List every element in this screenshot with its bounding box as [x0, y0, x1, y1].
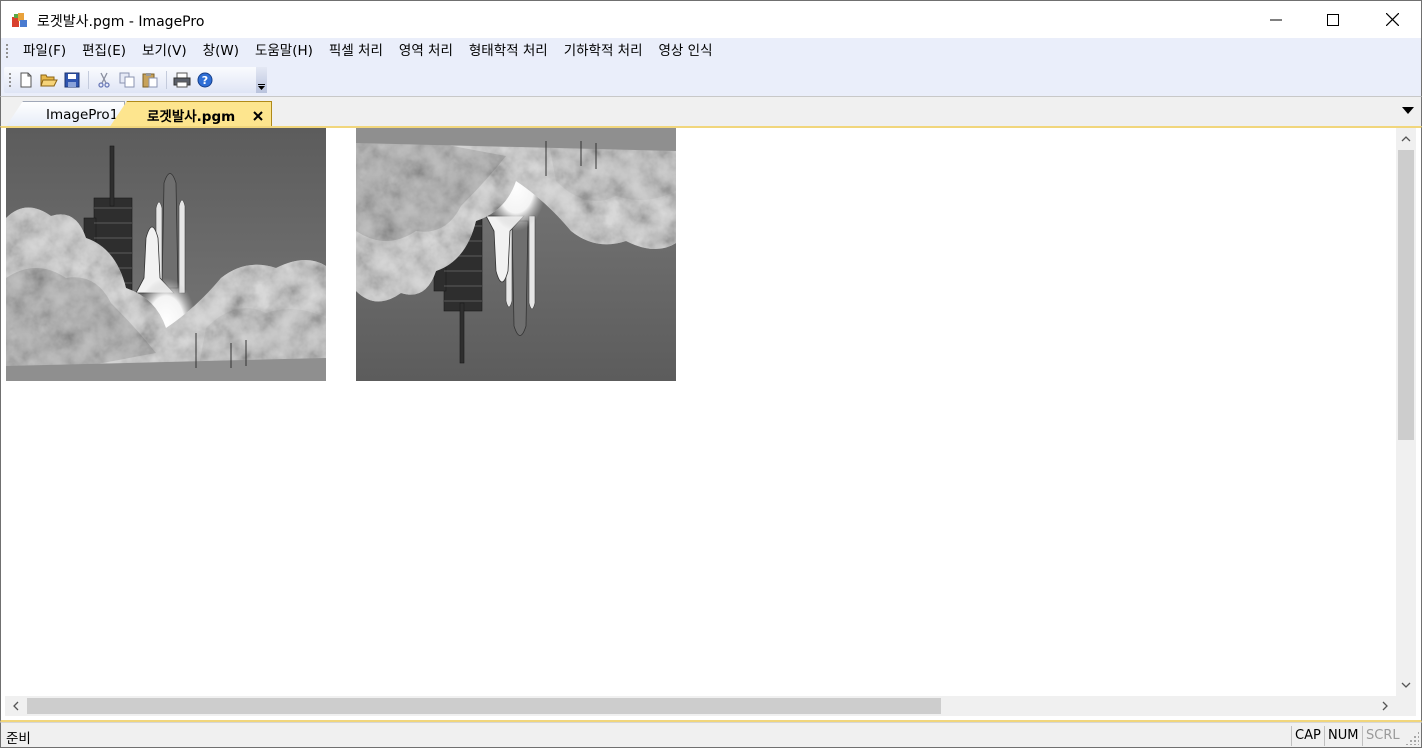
window-title: 로겟발사.pgm - ImagePro — [37, 14, 205, 30]
scrollbar-corner — [1396, 696, 1416, 716]
image-canvas[interactable] — [5, 128, 1396, 696]
menu-morphology[interactable]: 형태학적 처리 — [461, 39, 556, 63]
menu-pixel-processing[interactable]: 픽셀 처리 — [321, 39, 391, 63]
close-icon — [253, 111, 263, 121]
svg-text:?: ? — [202, 74, 208, 87]
open-button[interactable] — [38, 69, 60, 91]
minimize-button[interactable] — [1247, 1, 1305, 38]
menu-help[interactable]: 도움말(H) — [247, 39, 321, 63]
new-button[interactable] — [15, 69, 37, 91]
help-button[interactable]: ? — [194, 69, 216, 91]
title-bar: 로겟발사.pgm - ImagePro — [0, 0, 1422, 38]
menu-file[interactable]: 파일(F) — [15, 39, 74, 63]
menu-geometry[interactable]: 기하학적 처리 — [556, 39, 651, 63]
close-icon — [1385, 13, 1399, 26]
open-icon — [40, 74, 58, 87]
help-icon: ? — [197, 72, 213, 88]
chevron-up-icon — [1401, 136, 1411, 142]
tab-label: ImagePro1 — [46, 107, 119, 123]
menu-view[interactable]: 보기(V) — [134, 39, 195, 63]
document-tab-strip: ImagePro1 로겟발사.pgm — [0, 96, 1422, 128]
toolbar-row: ? — [0, 64, 1422, 96]
flipped-image — [356, 128, 676, 381]
menu-recognition[interactable]: 영상 인식 — [651, 39, 721, 63]
copy-button[interactable] — [116, 69, 138, 91]
new-icon — [20, 72, 32, 88]
tab-list-dropdown-icon[interactable] — [1402, 107, 1414, 114]
chevron-down-icon — [1401, 682, 1411, 688]
standard-toolbar: ? — [4, 67, 267, 93]
original-image — [6, 128, 326, 381]
menu-area-processing[interactable]: 영역 처리 — [391, 39, 461, 63]
status-bar: 준비 CAP NUM SCRL — [0, 722, 1422, 748]
tab-imagepro1[interactable]: ImagePro1 — [5, 101, 125, 128]
scroll-left-button[interactable] — [7, 697, 25, 715]
scroll-down-button[interactable] — [1397, 676, 1415, 694]
tab-close-button[interactable] — [253, 107, 263, 125]
tab-label: 로겟발사.pgm — [147, 109, 236, 125]
vertical-scroll-thumb[interactable] — [1398, 150, 1414, 440]
minimize-icon — [1270, 19, 1282, 20]
scroll-up-button[interactable] — [1397, 130, 1415, 148]
menu-bar: 파일(F) 편집(E) 보기(V) 창(W) 도움말(H) 픽셀 처리 영역 처… — [0, 38, 1422, 64]
scroll-right-button[interactable] — [1376, 697, 1394, 715]
caps-lock-indicator: CAP — [1291, 726, 1324, 746]
horizontal-scrollbar[interactable] — [5, 696, 1396, 716]
cut-icon — [98, 72, 110, 88]
save-button[interactable] — [61, 69, 83, 91]
tab-rocket-launch[interactable]: 로겟발사.pgm — [109, 101, 272, 128]
num-lock-indicator: NUM — [1324, 726, 1361, 746]
toolbar-grip[interactable] — [8, 72, 12, 88]
menu-edit[interactable]: 편집(E) — [74, 39, 134, 63]
save-icon — [64, 72, 80, 88]
close-window-button[interactable] — [1363, 1, 1421, 38]
copy-icon — [119, 72, 135, 88]
chevron-right-icon — [1382, 701, 1388, 711]
print-icon — [173, 72, 191, 88]
status-message: 준비 — [6, 731, 31, 747]
menu-window[interactable]: 창(W) — [195, 39, 247, 63]
chevron-left-icon — [13, 701, 19, 711]
maximize-button[interactable] — [1304, 1, 1362, 38]
maximize-icon — [1327, 13, 1339, 26]
resize-grip[interactable] — [1405, 731, 1419, 745]
vertical-scrollbar[interactable] — [1396, 128, 1416, 696]
scroll-lock-indicator: SCRL — [1362, 726, 1403, 746]
app-icon — [11, 11, 29, 29]
print-button[interactable] — [171, 69, 193, 91]
horizontal-scroll-thumb[interactable] — [27, 698, 941, 714]
toolbar-separator — [166, 71, 167, 89]
menubar-grip[interactable] — [5, 43, 9, 59]
paste-button[interactable] — [139, 69, 161, 91]
toolbar-separator — [88, 71, 89, 89]
toolbar-overflow-button[interactable] — [256, 67, 267, 93]
cut-button[interactable] — [93, 69, 115, 91]
paste-icon — [142, 73, 158, 88]
chevron-down-icon — [258, 84, 265, 90]
